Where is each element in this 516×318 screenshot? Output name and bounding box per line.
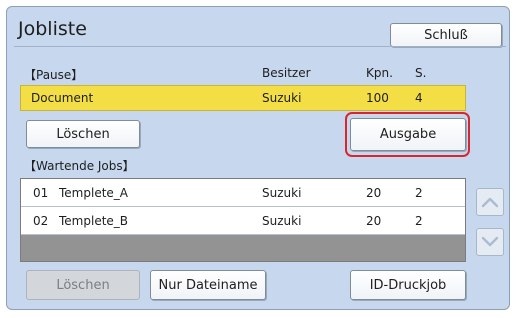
paused-delete-button[interactable]: Löschen (26, 120, 140, 148)
column-header-copies: Kpn. (366, 66, 393, 80)
job-sets: 2 (415, 185, 423, 200)
job-owner: Suzuki (262, 91, 302, 105)
job-owner: Suzuki (262, 185, 302, 200)
paused-job-row[interactable]: Document Suzuki 100 4 (20, 85, 466, 111)
output-button[interactable]: Ausgabe (350, 118, 466, 151)
filename-only-button[interactable]: Nur Dateiname (150, 270, 266, 300)
job-name: Templete_A (59, 185, 128, 200)
job-copies: 20 (366, 213, 382, 228)
column-header-owner: Besitzer (262, 66, 311, 80)
waiting-jobs-list: 01 Templete_A Suzuki 20 2 02 Templete_B … (20, 178, 466, 262)
page-title: Jobliste (18, 18, 87, 40)
job-number: 01 (33, 185, 49, 200)
job-copies: 20 (366, 185, 382, 200)
paused-section-label: 【Pause】 (24, 68, 84, 82)
waiting-section-label: 【Wartende Jobs】 (24, 159, 135, 173)
job-name: Templete_B (59, 213, 129, 228)
chevron-down-icon (481, 236, 499, 247)
job-number: 02 (33, 213, 49, 228)
job-name: Document (31, 91, 94, 105)
column-header-sets: S. (415, 66, 427, 80)
chevron-up-icon (481, 197, 499, 208)
list-item[interactable]: 01 Templete_A Suzuki 20 2 (21, 179, 465, 207)
delete-button-disabled[interactable]: Löschen (26, 270, 140, 300)
job-sets: 2 (415, 213, 423, 228)
job-sets: 4 (415, 91, 423, 105)
title-divider (14, 46, 506, 47)
job-copies: 100 (366, 91, 389, 105)
job-owner: Suzuki (262, 213, 302, 228)
scroll-down-button[interactable] (476, 228, 504, 256)
close-button[interactable]: Schluß (390, 23, 502, 47)
scroll-up-button[interactable] (476, 188, 504, 216)
list-item[interactable]: 02 Templete_B Suzuki 20 2 (21, 207, 465, 235)
id-print-job-button[interactable]: ID-Druckjob (350, 270, 466, 300)
